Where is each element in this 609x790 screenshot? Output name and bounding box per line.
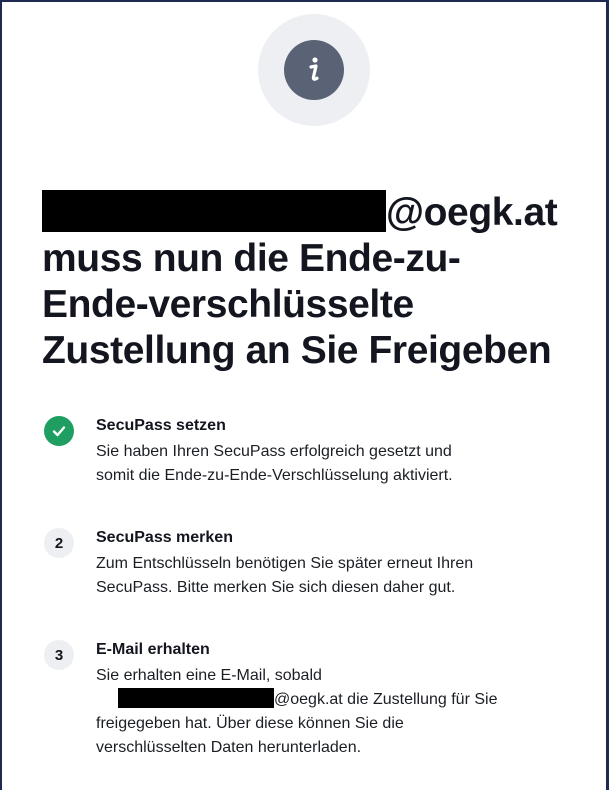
step-title: SecuPass setzen [96, 417, 226, 434]
step-body: SecuPass setzen Sie haben Ihren SecuPass… [96, 416, 596, 488]
redacted-sender [42, 190, 386, 232]
step-description: Zum Entschlüsseln benötigen Sie später e… [96, 555, 474, 596]
checkmark-glyph [52, 426, 66, 437]
step-body: E-Mail erhalten Sie erhalten eine E-Mail… [96, 640, 596, 760]
redacted-sender [118, 688, 274, 708]
step-title: SecuPass merken [96, 529, 233, 546]
step-number-badge: 3 [44, 640, 74, 670]
info-icon-halo [258, 14, 370, 126]
info-glyph [309, 57, 319, 81]
step-body: SecuPass merken Zum Entschlüsseln benöti… [96, 528, 596, 600]
info-icon [284, 40, 344, 100]
title-line-3: Ende-verschlüsselte [42, 283, 414, 326]
title-line-1: @oegk.at [42, 190, 602, 236]
sender-domain: @oegk.at [386, 191, 558, 234]
step-description: Sie haben Ihren SecuPass erfolgreich ges… [96, 443, 453, 484]
title-line-4: Zustellung an Sie Freigeben [42, 329, 552, 372]
check-icon [44, 416, 74, 446]
step-number-badge: 2 [44, 528, 74, 558]
page-title: @oegk.at muss nun die Ende-zu- Ende-vers… [42, 190, 602, 374]
step-title: E-Mail erhalten [96, 641, 210, 658]
step-description: Sie erhalten eine E-Mail, sobald @oegk.a… [96, 667, 498, 756]
title-line-2: muss nun die Ende-zu- [42, 237, 461, 280]
